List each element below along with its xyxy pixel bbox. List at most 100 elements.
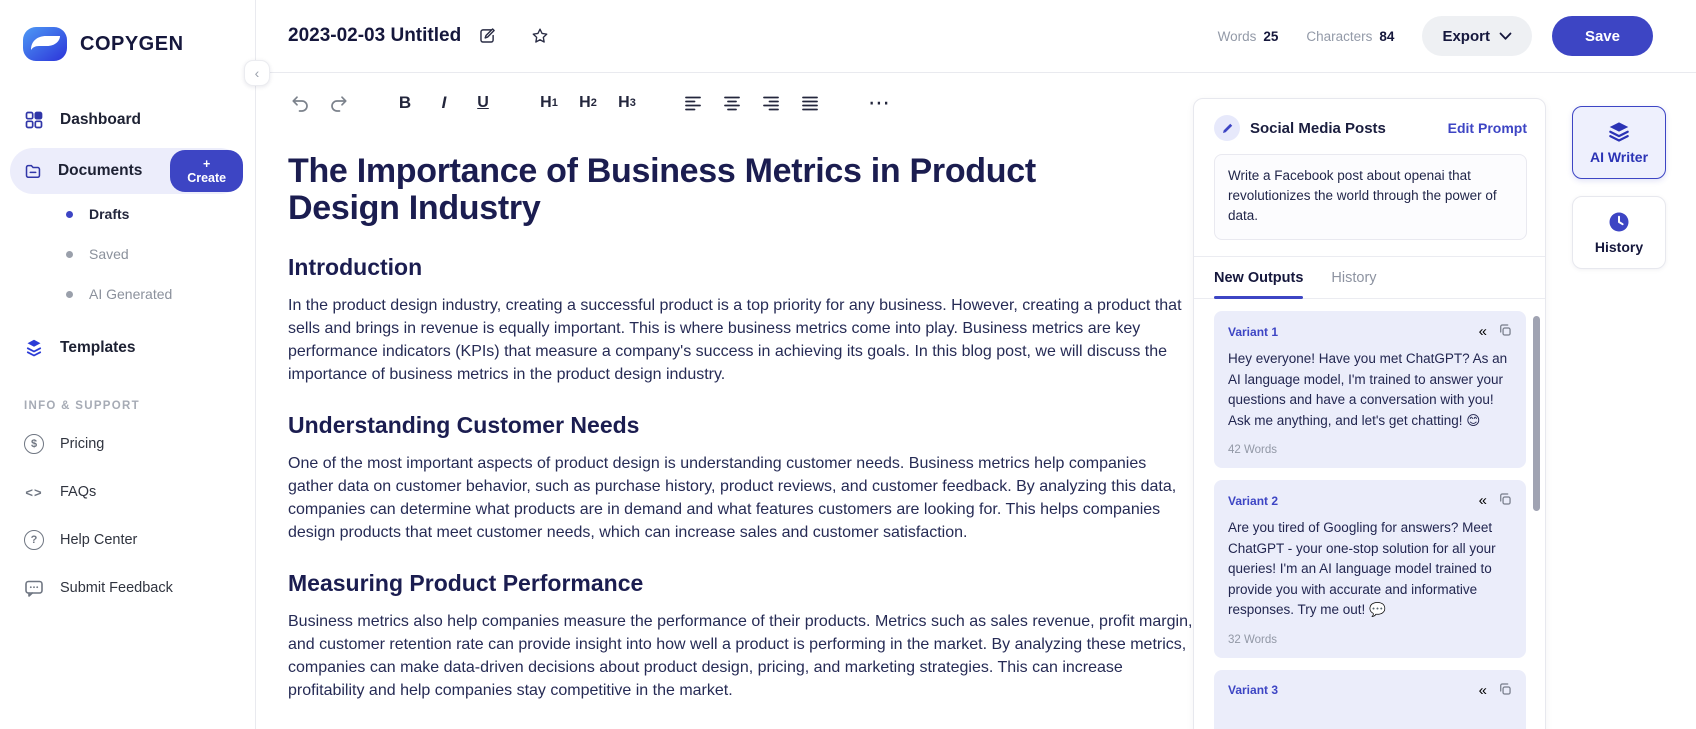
prompt-text[interactable]: Write a Facebook post about openai that … xyxy=(1214,154,1527,240)
tab-history[interactable]: History xyxy=(1331,257,1376,298)
export-button[interactable]: Export xyxy=(1422,16,1532,56)
undo-icon xyxy=(290,94,310,112)
insert-left-button[interactable]: « xyxy=(1479,683,1487,698)
copy-button[interactable] xyxy=(1498,682,1512,699)
undo-button[interactable] xyxy=(288,91,312,115)
section-paragraph[interactable]: One of the most important aspects of pro… xyxy=(288,452,1193,544)
bold-button[interactable]: B xyxy=(393,91,417,115)
star-icon xyxy=(531,27,549,45)
support-item-label: FAQs xyxy=(60,484,96,500)
words-label: Words xyxy=(1218,29,1257,44)
code-brackets-icon: <> xyxy=(24,485,44,500)
insert-left-button[interactable]: « xyxy=(1479,493,1487,508)
sidebar-item-documents[interactable]: Documents + Create xyxy=(10,148,243,194)
folder-icon xyxy=(24,161,42,181)
heading2-button[interactable]: H2 xyxy=(576,91,600,115)
h-glyph: H xyxy=(618,94,630,112)
heading3-button[interactable]: H3 xyxy=(615,91,639,115)
layers-icon xyxy=(1607,121,1631,143)
redo-icon xyxy=(329,94,349,112)
h1-sub: 1 xyxy=(552,97,558,109)
template-badge xyxy=(1214,115,1240,141)
chevrons-left-icon: « xyxy=(1479,492,1487,509)
sidebar-item-pricing[interactable]: $ Pricing xyxy=(0,420,255,468)
chevron-down-icon xyxy=(1499,32,1512,41)
variant-text: Hey everyone! Have you met ChatGPT? As a… xyxy=(1228,349,1512,431)
support-item-label: Pricing xyxy=(60,436,104,452)
sidebar-item-templates[interactable]: Templates xyxy=(0,326,255,370)
align-justify-button[interactable] xyxy=(798,91,822,115)
sidebar-collapse-button[interactable]: ‹ xyxy=(244,60,270,86)
sidebar-item-dashboard[interactable]: Dashboard xyxy=(0,100,255,140)
copy-button[interactable] xyxy=(1498,323,1512,340)
underline-button[interactable]: U xyxy=(471,91,495,115)
ai-writer-button[interactable]: AI Writer xyxy=(1572,106,1666,179)
rename-document-button[interactable] xyxy=(475,24,499,48)
sidebar-item-label: Documents xyxy=(58,162,142,180)
sidebar-item-ai-generated[interactable]: AI Generated xyxy=(0,274,255,314)
brand-name: COPYGEN xyxy=(80,33,184,56)
section-heading[interactable]: Introduction xyxy=(288,254,1193,281)
create-document-button[interactable]: + Create xyxy=(170,150,243,192)
edit-prompt-link[interactable]: Edit Prompt xyxy=(1448,120,1527,136)
support-item-label: Help Center xyxy=(60,532,137,548)
tab-new-outputs[interactable]: New Outputs xyxy=(1214,257,1303,298)
copy-button[interactable] xyxy=(1498,492,1512,509)
section-paragraph[interactable]: In the product design industry, creating… xyxy=(288,294,1193,386)
variant-card: Variant 2 « Are you tired of Googling fo… xyxy=(1214,480,1526,658)
bullet-dot-icon xyxy=(66,291,73,298)
align-left-button[interactable] xyxy=(681,91,705,115)
sidebar-item-drafts[interactable]: Drafts xyxy=(0,194,255,234)
variant-label: Variant 1 xyxy=(1228,325,1278,339)
redo-button[interactable] xyxy=(327,91,351,115)
insert-left-button[interactable]: « xyxy=(1479,324,1487,339)
align-center-button[interactable] xyxy=(720,91,744,115)
sidebar-item-saved[interactable]: Saved xyxy=(0,234,255,274)
history-button[interactable]: History xyxy=(1572,196,1666,269)
sidebar-item-help-center[interactable]: ? Help Center xyxy=(0,516,255,564)
sidebar-item-submit-feedback[interactable]: Submit Feedback xyxy=(0,564,255,612)
brand-logo: COPYGEN xyxy=(0,0,255,64)
outputs-scrollbar[interactable] xyxy=(1533,316,1540,511)
sidebar-nav: Dashboard Documents + Create Drafts Save… xyxy=(0,100,255,370)
more-options-button[interactable]: ⋯ xyxy=(868,91,892,115)
align-right-button[interactable] xyxy=(759,91,783,115)
support-item-label: Submit Feedback xyxy=(60,580,173,596)
variant-label: Variant 2 xyxy=(1228,494,1278,508)
save-button[interactable]: Save xyxy=(1552,16,1653,56)
section-paragraph[interactable]: Business metrics also help companies mea… xyxy=(288,610,1193,702)
dashboard-grid-icon xyxy=(24,110,44,130)
document-heading[interactable]: The Importance of Business Metrics in Pr… xyxy=(288,153,1148,228)
align-justify-icon xyxy=(800,94,820,112)
align-right-icon xyxy=(761,94,781,112)
heading1-button[interactable]: H1 xyxy=(537,91,561,115)
editor: B I U H1 H2 H3 xyxy=(288,73,1193,702)
bullet-dot-icon xyxy=(66,251,73,258)
section-heading[interactable]: Measuring Product Performance xyxy=(288,570,1193,597)
clock-icon xyxy=(1608,211,1630,233)
sidebar-item-faqs[interactable]: <> FAQs xyxy=(0,468,255,516)
export-label: Export xyxy=(1442,28,1490,45)
ai-output-panel: Social Media Posts Edit Prompt Write a F… xyxy=(1193,98,1546,729)
favorite-document-button[interactable] xyxy=(528,24,552,48)
sidebar-subitem-label: AI Generated xyxy=(89,286,172,302)
variant-word-count: 42 Words xyxy=(1228,444,1512,458)
formatting-toolbar: B I U H1 H2 H3 xyxy=(288,75,1193,131)
variant-card: Variant 1 « Hey everyone! Have you met C… xyxy=(1214,311,1526,468)
sidebar-subitem-label: Drafts xyxy=(89,206,129,222)
align-center-icon xyxy=(722,94,742,112)
sidebar-subitem-label: Saved xyxy=(89,246,129,262)
characters-value: 84 xyxy=(1379,29,1394,44)
chevrons-left-icon: « xyxy=(1479,682,1487,699)
ai-writer-label: AI Writer xyxy=(1590,149,1648,165)
topbar: 2023-02-03 Untitled Words 25 Characters xyxy=(257,0,1696,73)
variant-word-count: 32 Words xyxy=(1228,634,1512,648)
h-glyph: H xyxy=(540,94,552,112)
pencil-icon xyxy=(1221,122,1234,135)
h2-sub: 2 xyxy=(591,97,597,109)
italic-button[interactable]: I xyxy=(432,91,456,115)
section-heading[interactable]: Understanding Customer Needs xyxy=(288,412,1193,439)
question-circle-icon: ? xyxy=(24,530,44,550)
history-label: History xyxy=(1595,239,1643,255)
outputs-list[interactable]: Variant 1 « Hey everyone! Have you met C… xyxy=(1194,299,1545,729)
